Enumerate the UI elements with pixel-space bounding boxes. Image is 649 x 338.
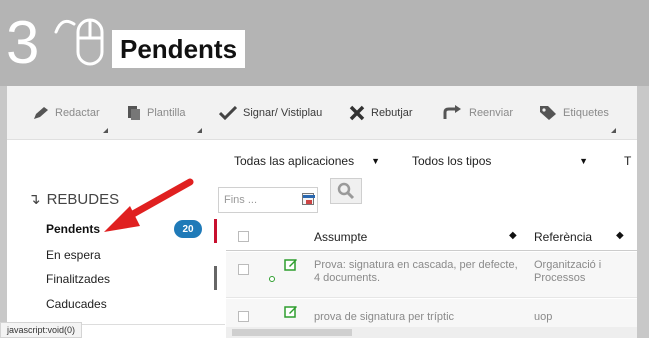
sort-icon[interactable]: ◆ — [509, 230, 517, 241]
table-row[interactable]: Prova: signatura en cascada, per defecte… — [226, 252, 637, 298]
row-reference: Organització i Processos — [534, 259, 602, 284]
annotation-arrow-icon — [104, 178, 194, 232]
signar-button[interactable]: Signar/ Vistiplau — [219, 102, 322, 124]
third-select[interactable]: T — [616, 150, 636, 172]
app-screenshot: Redactar Plantilla Signar/ Vistiplau Reb… — [0, 86, 649, 338]
reenviar-button[interactable]: Reenviar — [443, 102, 513, 124]
sidebar-item-label: Finalitzades — [46, 272, 111, 286]
search-icon — [337, 182, 355, 200]
sidebar-item-pendents[interactable]: Pendents — [46, 222, 100, 236]
edit-icon — [284, 259, 297, 271]
sidebar-item-label: Pendents — [46, 222, 101, 236]
status-bar-url: javascript:void(0) — [0, 322, 83, 338]
plantilla-label: Plantilla — [147, 107, 186, 119]
select-all-checkbox[interactable] — [238, 231, 249, 242]
etiquetes-dropdown-corner[interactable] — [611, 128, 616, 133]
column-header-assumpte[interactable]: Assumpte — [314, 230, 367, 244]
table-header: Assumpte ◆ Referència ◆ — [226, 221, 637, 251]
tag-icon — [540, 106, 556, 120]
mouse-click-icon — [54, 18, 104, 66]
sidebar-item-label: Caducades — [46, 297, 107, 311]
row-subject: prova de signatura per tríptic — [314, 311, 455, 323]
sort-icon[interactable]: ◆ — [616, 230, 624, 241]
applications-select[interactable]: Todas las aplicaciones ▼ — [228, 150, 386, 172]
toolbar: Redactar Plantilla Signar/ Vistiplau Reb… — [7, 86, 637, 140]
types-select[interactable]: Todos los tipos ▼ — [406, 150, 594, 172]
x-icon — [349, 105, 365, 121]
active-item-marker — [214, 219, 217, 243]
rebutjar-button[interactable]: Rebutjar — [349, 102, 413, 124]
etiquetes-button[interactable]: Etiquetes — [539, 102, 609, 124]
edit-icon — [284, 306, 297, 318]
search-button[interactable] — [330, 178, 362, 204]
chevron-down-icon: ▼ — [579, 156, 588, 166]
redactar-dropdown-corner[interactable] — [103, 128, 108, 133]
documents-table: Assumpte ◆ Referència ◆ Prova: signatura… — [226, 221, 637, 338]
redactar-label: Redactar — [55, 107, 100, 119]
row-subject: Prova: signatura en cascada, per defecte… — [314, 259, 518, 284]
forward-icon — [443, 105, 461, 119]
column-header-referencia[interactable]: Referència — [534, 230, 592, 244]
calendar-icon[interactable] — [302, 193, 315, 205]
horizontal-scrollbar[interactable] — [226, 327, 637, 338]
plantilla-button[interactable]: Plantilla — [125, 102, 186, 124]
status-dot-icon — [269, 276, 275, 282]
right-frame — [637, 86, 649, 338]
redactar-button[interactable]: Redactar — [33, 102, 100, 124]
calendar-glyph — [303, 195, 315, 204]
reenviar-label: Reenviar — [469, 107, 514, 119]
checkmark-icon — [219, 106, 237, 120]
sidebar-item-finalitzades[interactable]: Finalitzades — [46, 272, 110, 286]
step-number: 3 — [6, 9, 40, 76]
sidebar-item-caducades[interactable]: Caducades — [46, 297, 107, 311]
third-select-value: T — [624, 154, 632, 168]
sidebar-item-label: En espera — [46, 248, 101, 262]
row-checkbox[interactable] — [238, 264, 249, 275]
sidebar-divider-marker — [214, 266, 217, 290]
applications-select-value: Todas las aplicaciones — [234, 154, 355, 168]
rebutjar-label: Rebutjar — [371, 107, 413, 119]
chevron-down-icon: ▼ — [371, 156, 380, 166]
sidebar-item-en-espera[interactable]: En espera — [46, 248, 101, 262]
types-select-value: Todos los tipos — [412, 154, 492, 168]
scrollbar-thumb[interactable] — [232, 329, 352, 336]
etiquetes-label: Etiquetes — [563, 107, 609, 119]
instruction-banner: 3 Pendents — [0, 0, 649, 86]
collapse-arrow-icon: ↴ — [28, 191, 41, 208]
pencil-icon — [34, 107, 48, 119]
date-until-placeholder: Fins ... — [224, 194, 258, 206]
row-reference: uop — [534, 311, 553, 323]
plantilla-dropdown-corner[interactable] — [197, 128, 202, 133]
left-frame — [0, 86, 7, 338]
signar-label: Signar/ Vistiplau — [243, 107, 323, 119]
row-checkbox[interactable] — [238, 311, 249, 322]
copy-icon — [128, 106, 140, 120]
banner-title: Pendents — [112, 30, 246, 68]
